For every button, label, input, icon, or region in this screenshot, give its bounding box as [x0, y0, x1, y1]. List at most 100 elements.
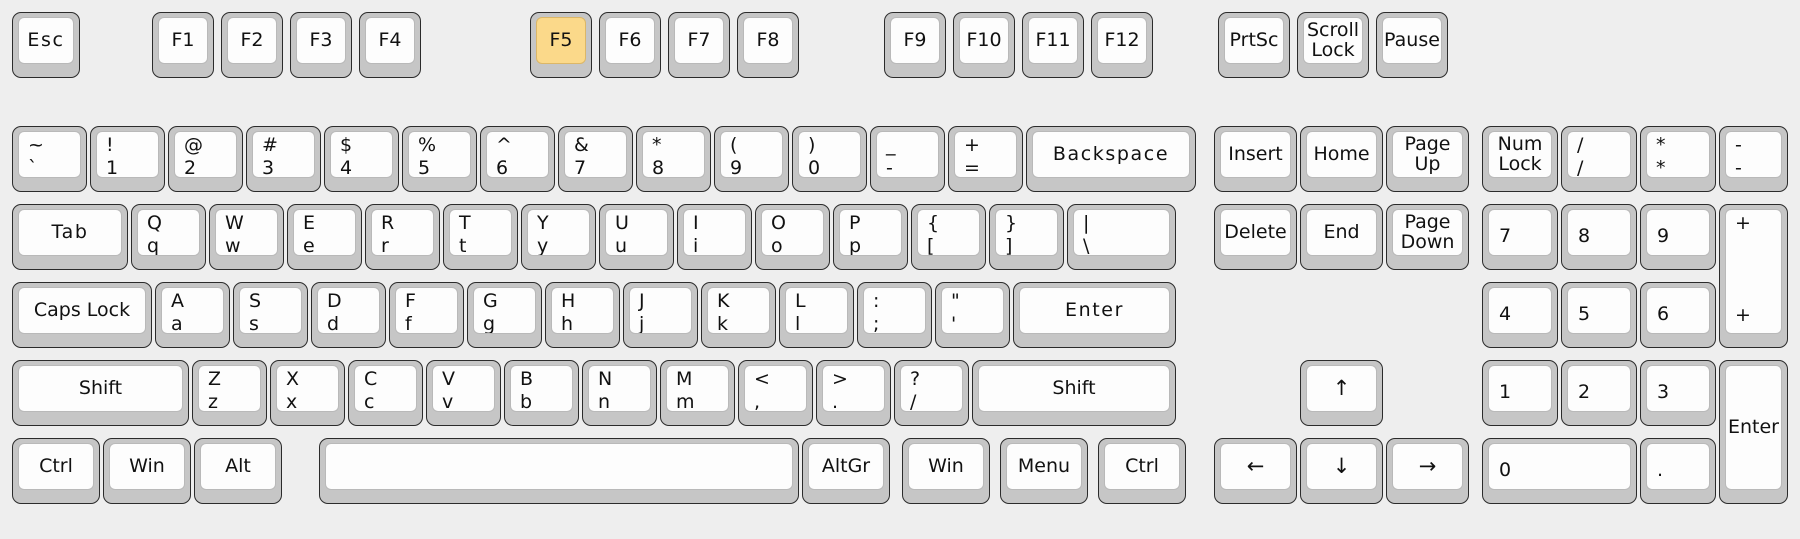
key-t[interactable]: T t: [443, 204, 518, 270]
key-home[interactable]: Home: [1300, 126, 1383, 192]
key-numpad-decimal[interactable]: .: [1640, 438, 1716, 504]
key-y[interactable]: Y y: [521, 204, 596, 270]
key-f1[interactable]: F1: [152, 12, 214, 78]
key-numpad-4[interactable]: 4: [1482, 282, 1558, 348]
key-r[interactable]: R r: [365, 204, 440, 270]
key-f7[interactable]: F7: [668, 12, 730, 78]
key-numpad-8[interactable]: 8: [1561, 204, 1637, 270]
key-numpad-1[interactable]: 1: [1482, 360, 1558, 426]
key-f4[interactable]: F4: [359, 12, 421, 78]
key-altgr[interactable]: AltGr: [802, 438, 890, 504]
key-3[interactable]: # 3: [246, 126, 321, 192]
key-quote[interactable]: " ': [935, 282, 1010, 348]
key-h[interactable]: H h: [545, 282, 620, 348]
key-5[interactable]: % 5: [402, 126, 477, 192]
key-arrow-right[interactable]: →: [1386, 438, 1469, 504]
key-q[interactable]: Q q: [131, 204, 206, 270]
key-f3[interactable]: F3: [290, 12, 352, 78]
key-g[interactable]: G g: [467, 282, 542, 348]
key-numpad-multiply[interactable]: * *: [1640, 126, 1716, 192]
key-numpad-subtract[interactable]: - -: [1719, 126, 1788, 192]
key-enter[interactable]: Enter: [1013, 282, 1176, 348]
key-alt[interactable]: Alt: [194, 438, 282, 504]
key-ctrl-right[interactable]: Ctrl: [1098, 438, 1186, 504]
key-n[interactable]: N n: [582, 360, 657, 426]
key-bracket-right[interactable]: } ]: [989, 204, 1064, 270]
key-shift-right[interactable]: Shift: [972, 360, 1176, 426]
key-o[interactable]: O o: [755, 204, 830, 270]
key-pause[interactable]: Pause: [1376, 12, 1448, 78]
key-bracket-left[interactable]: { [: [911, 204, 986, 270]
key-end[interactable]: End: [1300, 204, 1383, 270]
key-4[interactable]: $ 4: [324, 126, 399, 192]
key-esc[interactable]: Esc: [12, 12, 80, 78]
key-c[interactable]: C c: [348, 360, 423, 426]
key-i[interactable]: I i: [677, 204, 752, 270]
key-x[interactable]: X x: [270, 360, 345, 426]
key-w[interactable]: W w: [209, 204, 284, 270]
key-ctrl-left[interactable]: Ctrl: [12, 438, 100, 504]
key-numpad-2[interactable]: 2: [1561, 360, 1637, 426]
key-shift-left[interactable]: Shift: [12, 360, 189, 426]
key-minus[interactable]: _ -: [870, 126, 945, 192]
key-slash[interactable]: ? /: [894, 360, 969, 426]
key-equal[interactable]: + =: [948, 126, 1023, 192]
key-period[interactable]: > .: [816, 360, 891, 426]
key-comma[interactable]: < ,: [738, 360, 813, 426]
key-page-down[interactable]: Page Down: [1386, 204, 1469, 270]
key-scroll-lock[interactable]: Scroll Lock: [1297, 12, 1369, 78]
key-space[interactable]: [319, 438, 799, 504]
key-6[interactable]: ^ 6: [480, 126, 555, 192]
key-numpad-divide[interactable]: / /: [1561, 126, 1637, 192]
key-numpad-enter[interactable]: Enter: [1719, 360, 1788, 504]
key-numpad-7[interactable]: 7: [1482, 204, 1558, 270]
key-arrow-down[interactable]: ↓: [1300, 438, 1383, 504]
key-k[interactable]: K k: [701, 282, 776, 348]
key-tab[interactable]: Tab: [12, 204, 128, 270]
key-b[interactable]: B b: [504, 360, 579, 426]
key-delete[interactable]: Delete: [1214, 204, 1297, 270]
key-win-left[interactable]: Win: [103, 438, 191, 504]
key-numpad-5[interactable]: 5: [1561, 282, 1637, 348]
key-arrow-left[interactable]: ←: [1214, 438, 1297, 504]
key-f8[interactable]: F8: [737, 12, 799, 78]
key-f10[interactable]: F10: [953, 12, 1015, 78]
key-f5[interactable]: F5: [530, 12, 592, 78]
key-win-right[interactable]: Win: [902, 438, 990, 504]
key-numpad-0[interactable]: 0: [1482, 438, 1637, 504]
key-s[interactable]: S s: [233, 282, 308, 348]
key-9[interactable]: ( 9: [714, 126, 789, 192]
key-j[interactable]: J j: [623, 282, 698, 348]
key-7[interactable]: & 7: [558, 126, 633, 192]
key-8[interactable]: * 8: [636, 126, 711, 192]
key-2[interactable]: @ 2: [168, 126, 243, 192]
key-e[interactable]: E e: [287, 204, 362, 270]
key-numpad-add[interactable]: + +: [1719, 204, 1788, 348]
key-0[interactable]: ) 0: [792, 126, 867, 192]
key-menu[interactable]: Menu: [1000, 438, 1088, 504]
key-m[interactable]: M m: [660, 360, 735, 426]
key-d[interactable]: D d: [311, 282, 386, 348]
key-prtsc[interactable]: PrtSc: [1218, 12, 1290, 78]
key-page-up[interactable]: Page Up: [1386, 126, 1469, 192]
key-numpad-9[interactable]: 9: [1640, 204, 1716, 270]
key-v[interactable]: V v: [426, 360, 501, 426]
key-f6[interactable]: F6: [599, 12, 661, 78]
key-insert[interactable]: Insert: [1214, 126, 1297, 192]
key-backslash[interactable]: | \: [1067, 204, 1176, 270]
key-numpad-3[interactable]: 3: [1640, 360, 1716, 426]
key-backtick[interactable]: ~ `: [12, 126, 87, 192]
key-arrow-up[interactable]: ↑: [1300, 360, 1383, 426]
key-backspace[interactable]: Backspace: [1026, 126, 1196, 192]
key-l[interactable]: L l: [779, 282, 854, 348]
key-f11[interactable]: F11: [1022, 12, 1084, 78]
key-u[interactable]: U u: [599, 204, 674, 270]
key-caps-lock[interactable]: Caps Lock: [12, 282, 152, 348]
key-f12[interactable]: F12: [1091, 12, 1153, 78]
key-a[interactable]: A a: [155, 282, 230, 348]
key-p[interactable]: P p: [833, 204, 908, 270]
key-semicolon[interactable]: : ;: [857, 282, 932, 348]
key-z[interactable]: Z z: [192, 360, 267, 426]
key-numpad-6[interactable]: 6: [1640, 282, 1716, 348]
key-f2[interactable]: F2: [221, 12, 283, 78]
